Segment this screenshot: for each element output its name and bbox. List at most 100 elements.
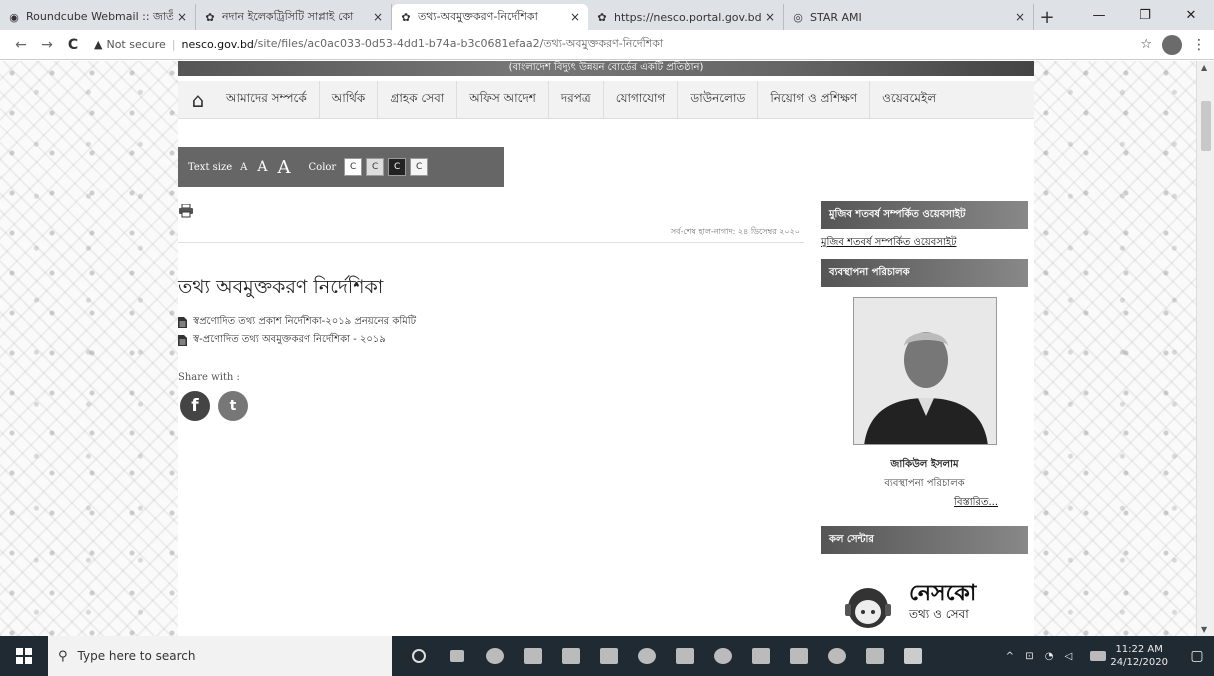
window-controls: — ❐ ✕ [1076,0,1214,30]
settings-icon[interactable] [704,636,742,676]
browser-menu-icon[interactable]: ⋮ [1192,37,1206,53]
md-portrait [852,297,997,445]
tab-title: নদান ইলেকট্রিসিটি সাপ্লাই কো [222,9,354,23]
document-icon [178,316,187,328]
list-item[interactable]: স্ব-প্রণোদিত তথ্য অবমুক্তকরণ নির্দেশিকা … [178,331,778,349]
close-window-button[interactable]: ✕ [1168,0,1214,30]
page-title: তথ্য অবমুক্তকরণ নির্দেশিকা [178,276,384,298]
close-icon[interactable]: × [1015,10,1025,24]
scroll-up-arrow-icon[interactable]: ▲ [1201,63,1207,72]
nav-item-download[interactable]: ডাউনলোড [678,80,759,119]
scroll-thumb[interactable] [1201,101,1211,151]
url-separator: | [171,38,176,51]
chrome-icon[interactable] [818,636,856,676]
mujib-website-link[interactable]: মুজিব শতবর্ষ সম্পর্কিত ওয়েবসাইট [821,229,1028,259]
main-navigation: ⌂ আমাদের সম্পর্কে আর্থিক গ্রাহক সেবা অফি… [178,80,1034,119]
text-size-small-button[interactable]: A [240,162,247,173]
tab-roundcube[interactable]: ◉ Roundcube Webmail :: জাতীয় × [0,4,196,30]
url-host: nesco.gov.bd [181,38,254,51]
warning-icon[interactable]: ▲ [94,38,102,51]
document-link[interactable]: স্ব-প্রণোদিত তথ্য অবমুক্তকরণ নির্দেশিকা … [193,332,386,349]
close-icon[interactable]: × [765,10,775,24]
tab-nesco-portal[interactable]: ✿ https://nesco.portal.gov.bd/ × [588,4,784,30]
last-updated-text: সর্ব-শেষ হাল-নাগাদ: ২৪ ডিসেম্বর ২০২০ [670,227,800,236]
mail-icon[interactable] [590,636,628,676]
print-icon[interactable] [178,204,194,218]
page-content: (বাংলাদেশ বিদ্যুৎ উন্নয়ন বোর্ডের একটি প… [178,61,1034,636]
calendar-app-icon[interactable] [514,636,552,676]
color-swatch-gray[interactable]: C [366,158,385,176]
tab-title: https://nesco.portal.gov.bd/ [614,10,761,24]
minimize-button[interactable]: — [1076,0,1122,30]
tab-info-guideline[interactable]: ✿ তথ্য-অবমুক্তকরণ-নির্দেশিকা × [392,4,588,30]
text-size-large-button[interactable]: A [278,157,291,178]
taskbar-search[interactable]: ⚲ Type here to search [48,636,392,676]
windows-taskbar: ⚲ Type here to search ^ ⊡ ◔ ◁ 11:22 AM 2… [0,636,1214,676]
url-path: /site/files/ac0ac033-0d53-4dd1-b74a-b3c0… [253,37,664,50]
start-button[interactable] [0,636,48,676]
close-icon[interactable]: × [570,10,580,24]
color-label: Color [308,161,337,173]
tab-title: STAR AMI [810,10,862,24]
keyboard-icon[interactable] [1086,636,1110,676]
nav-item-customer-service[interactable]: গ্রাহক সেবা [378,80,458,119]
nav-item-webmail[interactable]: ওয়েবমেইল [870,81,948,119]
bookmark-star-icon[interactable]: ☆ [1140,37,1152,52]
md-details-link[interactable]: বিস্তারিত... [821,495,1028,512]
photos-icon[interactable] [856,636,894,676]
color-swatch-black[interactable]: C [388,158,407,176]
twitter-icon[interactable]: t [218,391,248,421]
page-scrollbar[interactable]: ▲ ▼ [1196,61,1214,636]
site-icon: ✿ [401,10,411,24]
search-icon: ⚲ [58,648,68,664]
banner-text: (বাংলাদেশ বিদ্যুৎ উন্নয়ন বোর্ডের একটি প… [508,62,704,73]
notifications-icon[interactable]: ▢ [1180,636,1214,676]
decorative-background-right [1034,61,1196,636]
person-photo-icon [853,298,996,444]
clock-time: 11:22 AM [1115,644,1163,655]
color-swatch-white[interactable]: C [344,158,363,176]
taskbar-clock[interactable]: 11:22 AM 24/12/2020 [1110,643,1168,669]
close-icon[interactable]: × [373,10,383,24]
tab-nesco-home[interactable]: ✿ নদান ইলেকট্রিসিটি সাপ্লাই কো × [196,4,392,30]
right-sidebar: মুজিব শতবর্ষ সম্পর্কিত ওয়েবসাইট মুজিব শ… [821,201,1028,636]
facebook-icon[interactable]: f [180,391,210,421]
nav-item-recruitment[interactable]: নিয়োগ ও প্রশিক্ষণ [758,80,871,119]
document-link[interactable]: স্বপ্রণোদিত তথ্য প্রকাশ নির্দেশিকা-২০১৯ … [193,314,416,331]
text-size-medium-button[interactable]: A [257,159,267,175]
nav-item-about[interactable]: আমাদের সম্পর্কে [214,80,320,119]
windows-logo-icon [16,648,32,664]
store-icon[interactable] [552,636,590,676]
profile-avatar[interactable] [1162,34,1182,55]
share-icons: f t [180,391,248,421]
nav-item-finance[interactable]: আর্থিক [320,80,379,119]
task-view-icon[interactable] [438,636,476,676]
tray-icons[interactable]: ^ ⊡ ◔ ◁ [1006,651,1077,662]
nav-item-office-orders[interactable]: অফিস আদেশ [457,80,549,119]
terminal-icon[interactable] [666,636,704,676]
word-icon[interactable] [894,636,932,676]
tab-star-ami[interactable]: ◎ STAR AMI × [784,4,1034,30]
network-app-icon[interactable] [780,636,818,676]
cortana-icon[interactable] [400,636,438,676]
close-icon[interactable]: × [177,10,187,24]
maximize-button[interactable]: ❐ [1122,0,1168,30]
new-tab-button[interactable]: + [1034,4,1060,30]
scroll-down-arrow-icon[interactable]: ▼ [1201,625,1207,634]
md-role: ব্যবস্থাপনা পরিচালক [884,478,965,489]
edge-icon[interactable] [476,636,514,676]
outlook-icon[interactable] [742,636,780,676]
forward-button[interactable]: → [34,33,60,57]
chat-app-icon[interactable] [628,636,666,676]
nav-item-contact[interactable]: যোগাযোগ [604,80,679,119]
color-swatch-light[interactable]: C [410,158,429,176]
reload-button[interactable]: C [60,33,86,57]
call-center-banner[interactable]: নেসকো তথ্য ও সেবা [821,562,1028,636]
list-item[interactable]: স্বপ্রণোদিত তথ্য প্রকাশ নির্দেশিকা-২০১৯ … [178,313,778,331]
text-size-label: Text size [188,161,233,173]
address-bar[interactable]: ▲ Not secure | nesco.gov.bd /site/files/… [86,33,1140,57]
back-button[interactable]: ← [8,33,34,57]
site-icon: ✿ [205,10,215,24]
home-icon[interactable]: ⌂ [182,84,214,116]
nav-item-tenders[interactable]: দরপত্র [549,80,604,119]
